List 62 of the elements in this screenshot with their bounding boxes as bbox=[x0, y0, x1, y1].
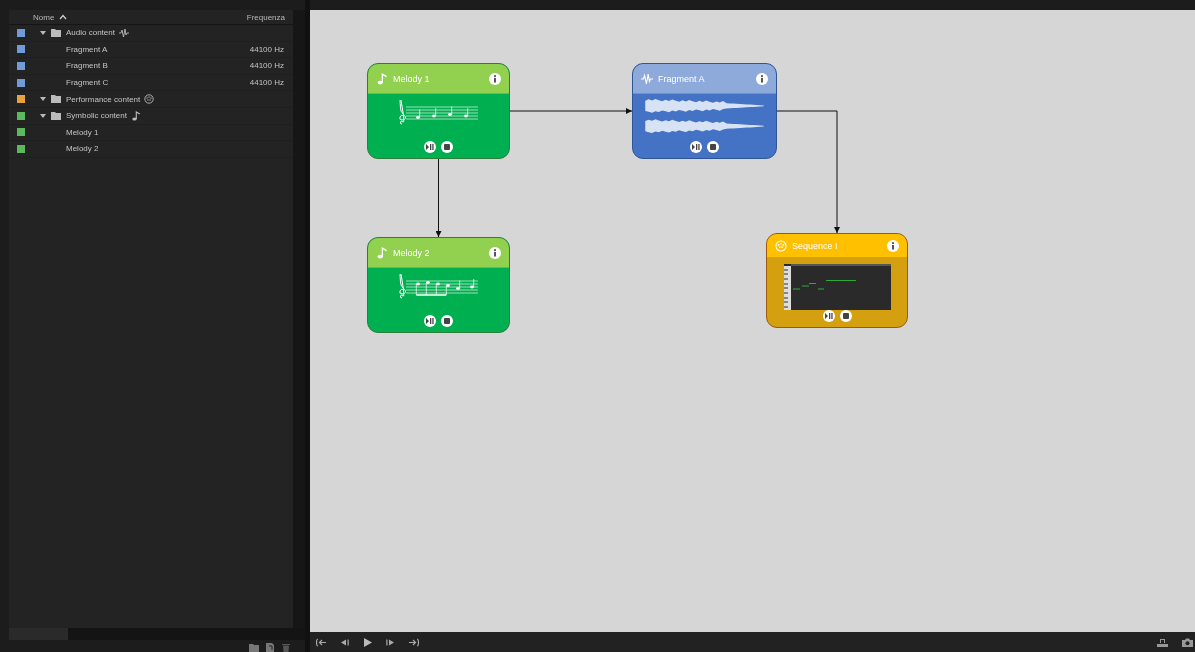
waveform-icon bbox=[641, 71, 653, 86]
folder-icon[interactable] bbox=[249, 643, 259, 652]
dial-icon bbox=[144, 94, 155, 105]
play-pause-button[interactable] bbox=[424, 315, 436, 327]
play-icon[interactable] bbox=[362, 637, 373, 647]
info-button[interactable] bbox=[489, 246, 501, 259]
music-note-icon bbox=[376, 245, 388, 260]
new-item-icon[interactable] bbox=[265, 643, 275, 652]
node-title: Melody 1 bbox=[393, 73, 430, 84]
item-label[interactable]: Melody 1 bbox=[66, 127, 99, 137]
item-label[interactable]: Fragment B bbox=[66, 61, 108, 71]
info-button[interactable] bbox=[489, 72, 501, 85]
node-title: Melody 2 bbox=[393, 247, 430, 258]
info-button[interactable] bbox=[887, 239, 899, 252]
play-pause-button[interactable] bbox=[690, 141, 702, 153]
stop-icon bbox=[444, 318, 450, 324]
folder-label[interactable]: Performance content bbox=[66, 94, 141, 104]
frequency-value: 44100 Hz bbox=[249, 44, 284, 54]
info-button[interactable] bbox=[756, 72, 768, 85]
waveform-icon bbox=[118, 27, 129, 38]
go-to-start-icon[interactable] bbox=[316, 637, 327, 647]
play-pause-icon bbox=[426, 318, 434, 324]
stop-button[interactable] bbox=[441, 141, 453, 153]
expanded-triangle-icon[interactable] bbox=[39, 28, 47, 37]
frequency-value: 44100 Hz bbox=[249, 61, 284, 71]
stop-icon bbox=[710, 144, 716, 150]
dial-icon bbox=[775, 238, 787, 253]
play-pause-button[interactable] bbox=[424, 141, 436, 153]
sort-ascending-icon[interactable] bbox=[59, 14, 68, 20]
info-icon bbox=[756, 72, 768, 85]
play-pause-icon bbox=[426, 144, 434, 150]
stop-icon bbox=[444, 144, 450, 150]
stop-button[interactable] bbox=[707, 141, 719, 153]
play-pause-icon bbox=[692, 144, 700, 150]
folder-label[interactable]: Symbolic content bbox=[66, 111, 127, 121]
column-header[interactable]: Nome bbox=[33, 12, 55, 22]
camera-icon[interactable] bbox=[1182, 637, 1193, 647]
stop-button[interactable] bbox=[441, 315, 453, 327]
step-back-icon[interactable] bbox=[339, 637, 350, 647]
play-pause-button[interactable] bbox=[822, 310, 835, 322]
music-note-icon bbox=[376, 71, 388, 86]
node-title: Sequence I bbox=[792, 240, 838, 251]
play-pause-icon bbox=[824, 313, 833, 319]
scrollbar[interactable] bbox=[9, 628, 305, 640]
go-to-end-icon[interactable] bbox=[408, 637, 419, 647]
expanded-triangle-icon[interactable] bbox=[39, 111, 47, 120]
column-header[interactable]: Frequenza bbox=[246, 12, 285, 22]
folder-icon bbox=[51, 28, 61, 37]
export-icon[interactable] bbox=[1157, 637, 1168, 647]
music-note-icon bbox=[130, 110, 141, 121]
frequency-value: 44100 Hz bbox=[249, 78, 284, 88]
item-label[interactable]: Fragment A bbox=[66, 44, 108, 54]
node-title: Fragment A bbox=[658, 73, 705, 84]
folder-label[interactable]: Audio content bbox=[66, 28, 115, 38]
stop-icon bbox=[842, 313, 849, 319]
step-forward-icon[interactable] bbox=[385, 637, 396, 647]
item-label[interactable]: Fragment C bbox=[66, 78, 109, 88]
stop-button[interactable] bbox=[839, 310, 852, 322]
info-icon bbox=[489, 246, 501, 259]
item-label[interactable]: Melody 2 bbox=[66, 144, 99, 154]
info-icon bbox=[489, 72, 501, 85]
info-icon bbox=[887, 239, 899, 252]
